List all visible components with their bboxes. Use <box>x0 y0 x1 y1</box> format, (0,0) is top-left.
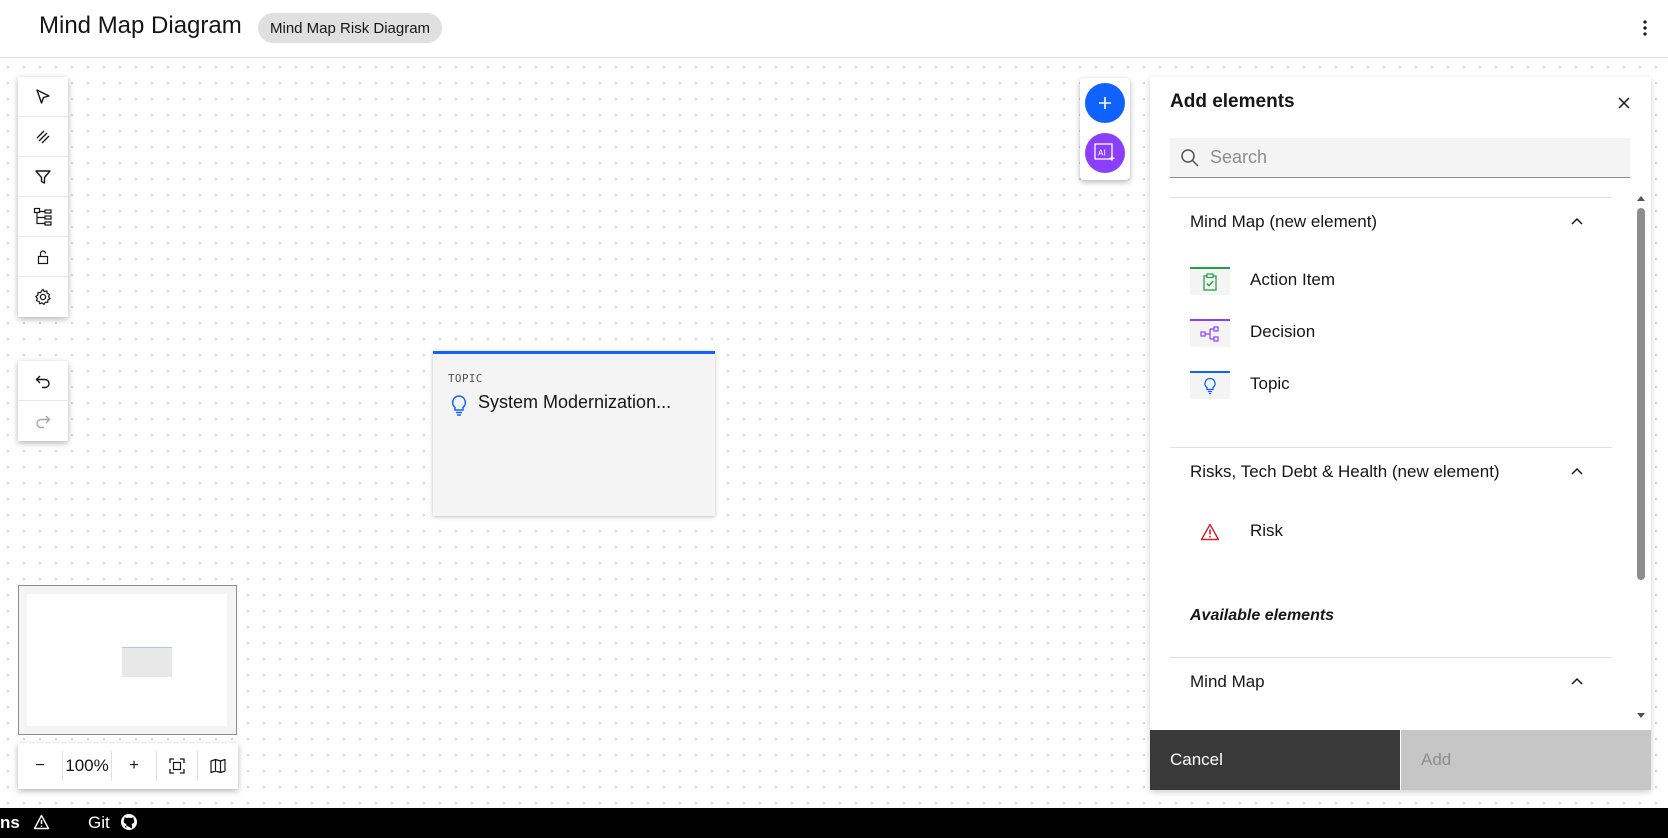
status-left-text: ns <box>0 813 20 832</box>
close-icon <box>1618 97 1630 109</box>
clipboard-check-icon <box>1190 267 1230 295</box>
kebab-icon <box>1643 20 1647 36</box>
connect-tool-button[interactable] <box>18 117 68 157</box>
ai-icon: AI <box>1094 143 1116 162</box>
add-elements-panel: Add elements Mind Map (new element) Acti… <box>1150 77 1651 790</box>
chevron-up-icon <box>1571 677 1583 685</box>
zoom-level: 100% <box>65 756 109 775</box>
undo-button[interactable] <box>18 361 68 401</box>
lightbulb-icon <box>1190 371 1230 399</box>
close-panel-button[interactable] <box>1612 91 1636 115</box>
floating-actions: AI <box>1080 78 1130 180</box>
element-item-action-item[interactable]: Action Item <box>1170 259 1612 307</box>
minimap-toggle-button[interactable] <box>198 743 238 789</box>
zoom-out-button[interactable]: − <box>18 743 62 789</box>
element-item-risk[interactable]: Risk <box>1170 510 1612 558</box>
hierarchy-tool-button[interactable] <box>18 197 68 237</box>
scrollbar-thumb[interactable] <box>1637 208 1645 580</box>
top-bar: Mind Map Diagram Mind Map Risk Diagram <box>0 0 1668 58</box>
redo-icon <box>36 415 51 429</box>
section-mind-map-new[interactable]: Mind Map (new element) <box>1170 197 1612 245</box>
map-icon <box>210 758 226 774</box>
fit-screen-icon <box>169 758 185 774</box>
ai-assistant-fab[interactable]: AI <box>1085 133 1125 173</box>
tree-view-icon <box>33 207 52 226</box>
github-icon <box>121 814 138 830</box>
lock-tool-button[interactable] <box>18 237 68 277</box>
element-item-decision[interactable]: Decision <box>1170 311 1612 359</box>
add-element-fab[interactable] <box>1085 83 1125 123</box>
chevron-up-icon <box>1571 467 1583 475</box>
status-notifications[interactable]: ns <box>0 813 50 833</box>
search-field[interactable] <box>1170 138 1630 178</box>
undo-icon <box>35 375 50 388</box>
section-mind-map[interactable]: Mind Map <box>1170 657 1612 705</box>
add-button[interactable]: Add <box>1401 730 1651 790</box>
node-title: System Modernization... <box>478 392 672 412</box>
panel-title: Add elements <box>1170 91 1295 112</box>
pointer-icon <box>36 88 50 104</box>
element-item-label: Action Item <box>1250 270 1336 289</box>
minimap[interactable] <box>18 585 237 735</box>
zoom-controls: − 100% + <box>18 743 238 789</box>
element-item-label: Topic <box>1250 374 1290 393</box>
filter-icon <box>35 169 51 184</box>
search-icon <box>1180 148 1200 173</box>
connector-icon <box>36 130 50 143</box>
select-tool-button[interactable] <box>18 77 68 117</box>
filter-tool-button[interactable] <box>18 157 68 197</box>
available-elements-heading: Available elements <box>1190 607 1335 624</box>
history-palette <box>18 361 68 441</box>
element-list: Mind Map (new element) Action Item Decis… <box>1170 197 1612 725</box>
section-risks-new[interactable]: Risks, Tech Debt & Health (new element) <box>1170 447 1612 495</box>
element-item-topic[interactable]: Topic <box>1170 363 1612 411</box>
search-input[interactable] <box>1210 138 1620 177</box>
fit-to-screen-button[interactable] <box>157 743 197 789</box>
node-type-label: TOPIC <box>448 372 483 385</box>
page-title: Mind Map Diagram <box>39 12 242 39</box>
gear-icon <box>35 288 51 305</box>
warning-icon <box>33 814 49 830</box>
diagram-type-tag: Mind Map Risk Diagram <box>258 13 443 43</box>
cancel-button[interactable]: Cancel <box>1150 730 1400 790</box>
chevron-up-icon <box>1571 217 1583 225</box>
unlock-icon <box>37 249 49 264</box>
topic-node[interactable]: TOPIC System Modernization... <box>433 351 715 516</box>
status-git[interactable]: Git <box>88 813 138 833</box>
scroll-down-icon <box>1637 713 1645 718</box>
minimap-node <box>122 647 172 677</box>
status-bar: ns Git <box>0 808 1668 838</box>
svg-text:AI: AI <box>1098 149 1106 158</box>
overflow-menu-button[interactable] <box>1636 14 1654 42</box>
element-item-label: Decision <box>1250 322 1316 341</box>
zoom-in-button[interactable]: + <box>112 743 156 789</box>
section-label: Risks, Tech Debt & Health (new element) <box>1190 462 1500 481</box>
settings-tool-button[interactable] <box>18 277 68 317</box>
warning-triangle-icon <box>1190 518 1230 546</box>
minimap-viewport <box>27 594 227 726</box>
lightbulb-icon <box>450 394 468 421</box>
git-label: Git <box>88 813 110 832</box>
redo-button[interactable] <box>18 401 68 441</box>
panel-scrollbar[interactable] <box>1634 194 1646 722</box>
plus-icon <box>1099 97 1111 109</box>
section-label: Mind Map (new element) <box>1190 212 1378 231</box>
section-label: Mind Map <box>1190 672 1265 691</box>
element-item-label: Risk <box>1250 521 1284 540</box>
decision-tree-icon <box>1190 319 1230 347</box>
scroll-up-icon <box>1637 196 1645 201</box>
tool-palette <box>18 77 68 317</box>
